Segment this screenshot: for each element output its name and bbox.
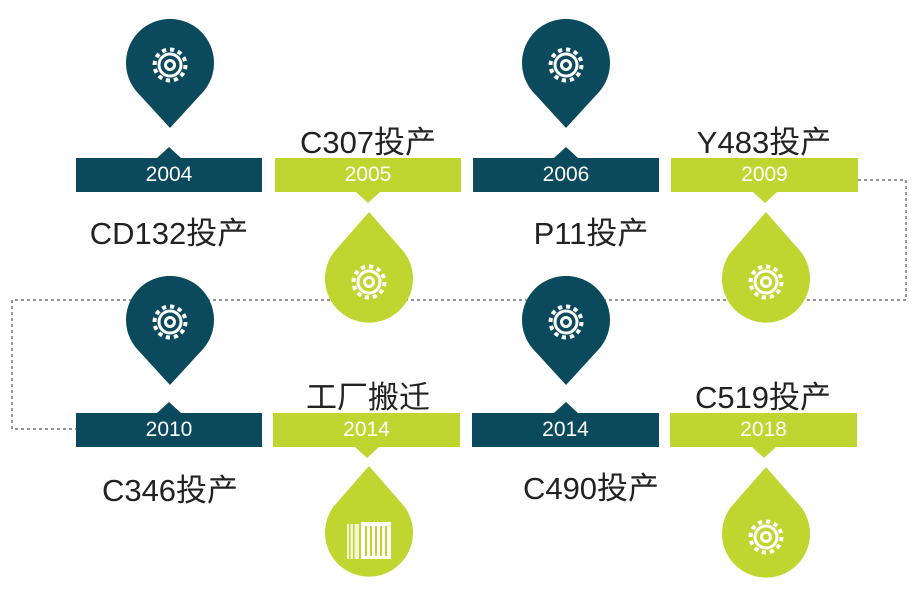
milestone-label: C519投产 bbox=[694, 380, 832, 415]
year-label: 2010 bbox=[145, 418, 193, 441]
year-bar: 2010 bbox=[76, 402, 262, 447]
milestone-label: CD132投产 bbox=[89, 216, 249, 251]
bar-notch bbox=[157, 147, 181, 158]
milestone-label: Y483投产 bbox=[696, 125, 832, 160]
milestone-label: P11投产 bbox=[533, 216, 649, 251]
year-bar: 2014 bbox=[472, 402, 659, 447]
year-label: 2005 bbox=[344, 163, 392, 186]
bar-notch bbox=[157, 402, 181, 413]
year-bar: 2004 bbox=[76, 147, 262, 192]
year-bar: 2006 bbox=[473, 147, 659, 192]
bar-notch bbox=[553, 402, 578, 413]
milestone-label: C490投产 bbox=[522, 471, 660, 506]
drop-marker bbox=[722, 212, 810, 323]
bar-notch bbox=[554, 147, 578, 158]
bar-notch bbox=[354, 447, 379, 458]
year-bar: 2005 bbox=[275, 158, 461, 203]
bar-notch bbox=[752, 192, 777, 203]
year-label: 2004 bbox=[145, 163, 193, 186]
milestone-label: 工厂搬迁 bbox=[306, 380, 430, 415]
drop-marker bbox=[325, 466, 413, 577]
bar-notch bbox=[751, 447, 776, 458]
factory-icon bbox=[347, 522, 391, 559]
year-bar: 2009 bbox=[671, 158, 858, 203]
year-label: 2006 bbox=[542, 163, 590, 186]
drop-marker bbox=[325, 212, 413, 323]
year-label: 2014 bbox=[343, 418, 390, 441]
year-bar: 2018 bbox=[670, 413, 857, 458]
drop-marker bbox=[722, 467, 810, 578]
year-bar: 2014 bbox=[273, 413, 460, 458]
map-pin-marker bbox=[126, 18, 214, 128]
bar-notch bbox=[356, 192, 380, 203]
year-label: 2018 bbox=[740, 418, 787, 441]
map-pin-marker bbox=[522, 275, 610, 385]
map-pin-marker bbox=[126, 275, 214, 385]
map-pin-marker bbox=[522, 18, 610, 128]
milestone-label: C307投产 bbox=[299, 125, 437, 160]
milestone-label: C346投产 bbox=[101, 473, 239, 508]
year-label: 2009 bbox=[741, 163, 788, 186]
year-label: 2014 bbox=[542, 418, 589, 441]
